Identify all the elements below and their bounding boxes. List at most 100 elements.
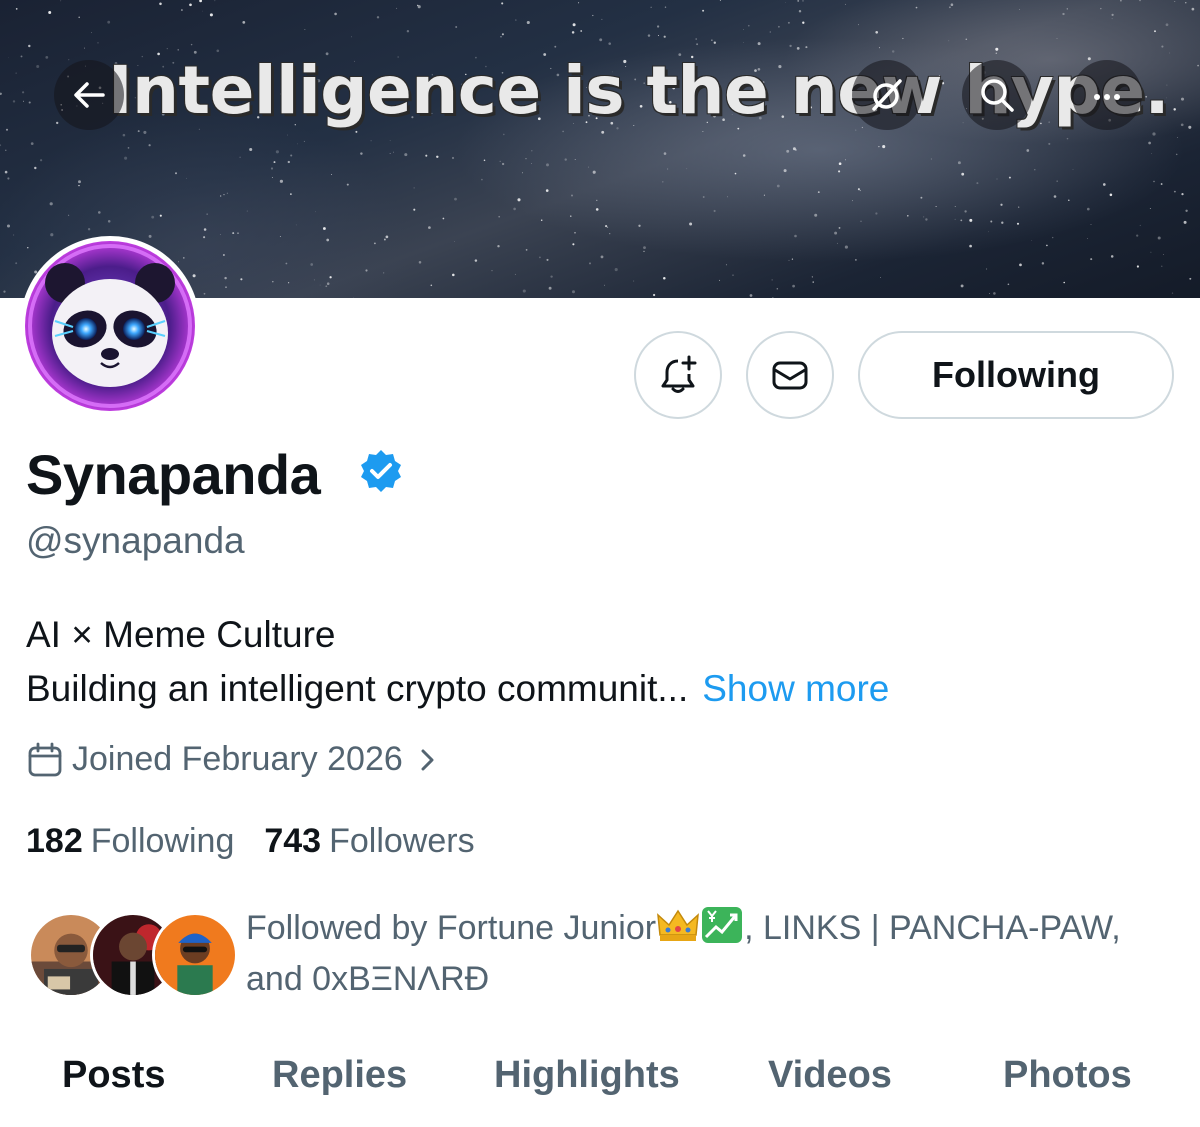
star [747,24,750,27]
more-options-button[interactable] [1072,60,1142,130]
calendar-icon [28,742,62,776]
star [1019,263,1022,267]
star [1157,236,1161,240]
star [374,242,376,245]
star [1136,234,1139,237]
profile-avatar[interactable] [20,236,200,416]
tab-posts[interactable]: Posts [62,1054,165,1097]
notifications-button[interactable] [634,331,722,419]
star [383,272,385,274]
star [15,8,18,10]
star [331,174,333,175]
star [481,178,483,181]
star [990,220,993,223]
star [206,213,208,215]
star [802,0,804,2]
star [240,278,243,281]
grok-button[interactable] [852,60,922,130]
chevron-right-icon [421,749,434,770]
tab-replies[interactable]: Replies [272,1054,407,1097]
following-label: Following [90,822,235,860]
star [788,259,790,261]
star [948,40,950,42]
star [23,100,24,102]
star [1109,193,1113,197]
show-more-link[interactable]: Show more [702,668,889,709]
star [190,43,193,46]
star [1173,190,1176,193]
star [329,276,332,279]
star [304,29,306,30]
star [562,130,564,133]
star [592,170,596,174]
star [794,148,797,151]
star [452,273,455,277]
star [1149,207,1151,210]
star [413,187,415,189]
star [406,30,410,33]
star [68,59,70,61]
star [1189,277,1192,280]
tab-videos[interactable]: Videos [768,1054,892,1097]
star [954,218,956,220]
tab-highlights[interactable]: Highlights [494,1054,680,1097]
star [749,294,753,297]
profile-banner[interactable]: Intelligence is the new hype. [0,0,1200,298]
mutual-followers-avatars[interactable] [28,912,238,998]
star [225,286,227,288]
star [1026,149,1030,152]
star [376,16,380,19]
star [78,184,80,187]
star [0,92,2,96]
star [3,290,6,293]
star [657,34,660,37]
star [667,168,669,170]
following-button[interactable]: Following [858,331,1174,419]
star [776,184,780,188]
verified-badge-icon[interactable] [358,448,404,494]
star [531,150,533,152]
star [948,6,951,9]
star [279,235,281,238]
star [713,209,716,213]
star [84,47,86,49]
star [595,208,599,211]
starfield-background [0,0,1199,298]
star [834,231,838,235]
star [606,226,609,228]
star [545,189,549,192]
star [1185,209,1188,212]
followed-by-text[interactable]: Followed by Fortune Junior , LINKS | PAN… [246,903,1166,1005]
profile-tabs: Posts Replies Highlights Videos Photos [0,1040,1200,1120]
joined-date[interactable]: Joined February 2026 [26,740,441,779]
star [137,130,140,133]
star [838,170,841,173]
star [87,228,91,231]
star [1056,180,1058,182]
search-button[interactable] [962,60,1032,130]
star [1087,238,1088,239]
star [351,36,353,38]
star [455,26,458,28]
followers-stat-link[interactable]: 743 Followers [264,822,474,861]
star [742,154,746,157]
star [1110,255,1114,258]
star [1111,18,1113,20]
back-button[interactable] [54,60,124,130]
following-stat-link[interactable]: 182 Following [26,822,234,861]
star [907,215,909,217]
star [1120,0,1122,2]
star [1161,45,1164,48]
star [48,11,52,14]
star [1153,180,1155,183]
star [5,149,7,151]
star [957,161,961,165]
star [7,177,10,180]
star [5,128,9,131]
star [695,38,697,40]
message-button[interactable] [746,331,834,419]
tab-photos[interactable]: Photos [1003,1054,1132,1097]
star [178,261,179,263]
star [389,153,391,154]
star [166,48,168,50]
